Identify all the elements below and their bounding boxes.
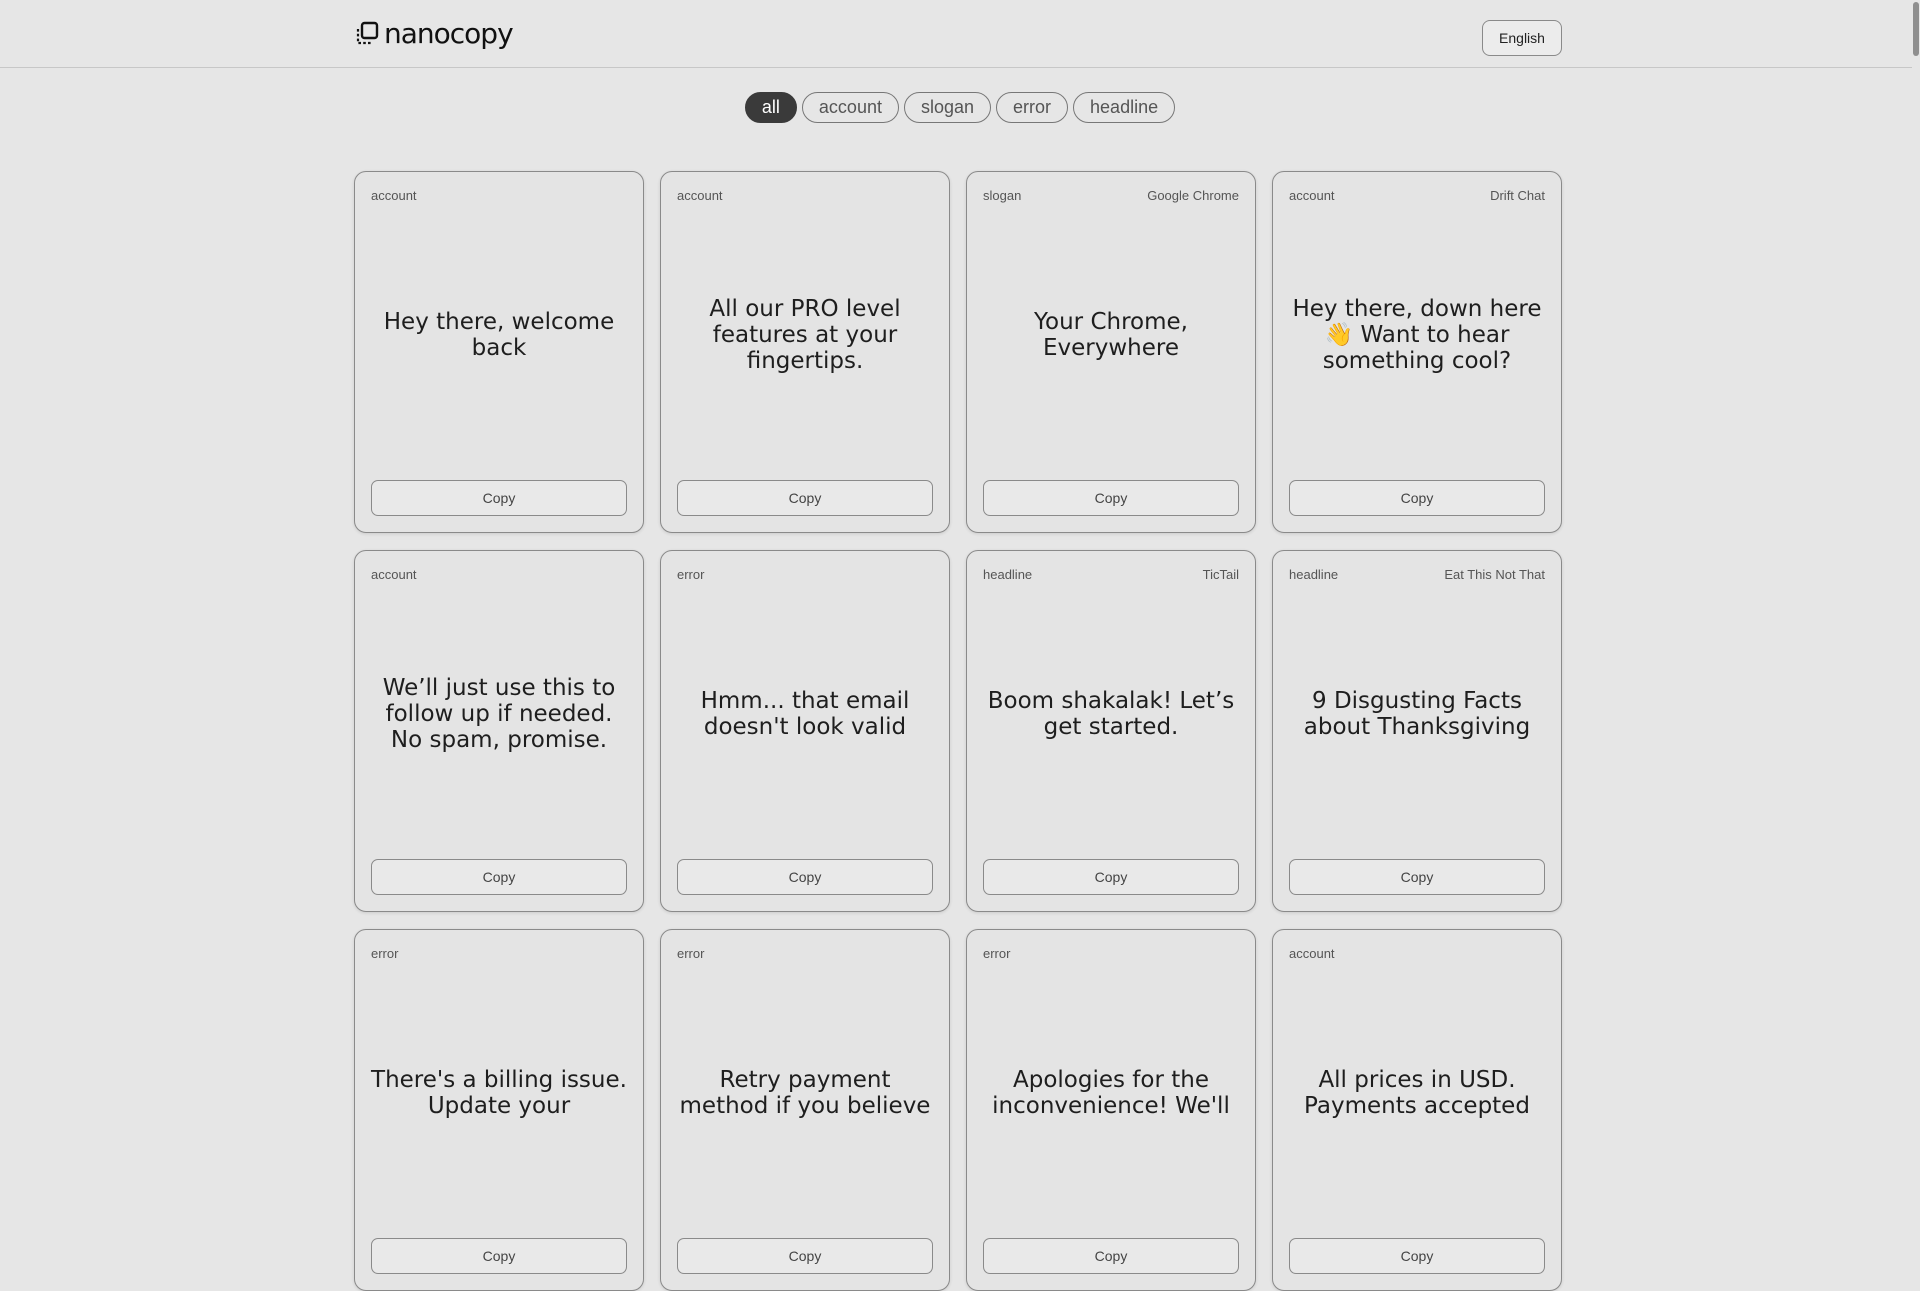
card-tag: account [1289,946,1335,961]
copy-logo-icon [354,20,380,48]
copy-button[interactable]: Copy [677,1238,933,1274]
card-tag: account [371,188,417,203]
card-tag: error [677,567,705,582]
site-header: nanocopy English [0,0,1920,68]
card-tag: error [677,946,705,961]
card-text: Hey there, down here 👋 Want to hear some… [1292,296,1542,374]
card-text: 9 Disgusting Facts about Thanksgiving [1303,688,1531,740]
card-text: Hmm... that email doesn't look valid [700,688,910,740]
copy-card: error Hmm... that email doesn't look val… [660,550,950,912]
copy-card: headline Eat This Not That 9 Disgusting … [1272,550,1562,912]
filter-headline[interactable]: headline [1073,92,1176,123]
card-text: We’ll just use this to follow up if need… [382,675,616,753]
filter-error[interactable]: error [996,92,1069,123]
copy-button[interactable]: Copy [1289,859,1545,895]
logo[interactable]: nanocopy [354,17,514,50]
copy-button[interactable]: Copy [983,480,1239,516]
card-tag: account [1289,188,1335,203]
copy-button[interactable]: Copy [371,859,627,895]
card-text: There's a billing issue. Update your [371,1067,627,1119]
card-tag: error [983,946,1011,961]
card-tag: error [371,946,399,961]
card-text: Retry payment method if you believe [679,1067,931,1119]
copy-card: account All prices in USD. Payments acce… [1272,929,1562,1291]
scrollbar[interactable] [1912,0,1920,1080]
card-tag: headline [1289,567,1339,582]
card-source: Google Chrome [1147,188,1239,203]
category-filters: all account slogan error headline [0,92,1920,123]
card-text: Apologies for the inconvenience! We'll [992,1067,1230,1119]
card-source: Eat This Not That [1444,567,1545,582]
language-button[interactable]: English [1482,20,1562,56]
filter-account[interactable]: account [801,92,899,123]
copy-button[interactable]: Copy [677,859,933,895]
filter-all[interactable]: all [744,92,797,123]
card-tag: account [677,188,723,203]
scrollbar-thumb[interactable] [1913,2,1919,56]
copy-card: slogan Google Chrome Your Chrome, Everyw… [966,171,1256,533]
copy-button[interactable]: Copy [1289,480,1545,516]
copy-button[interactable]: Copy [677,480,933,516]
copy-card: account Drift Chat Hey there, down here … [1272,171,1562,533]
card-tag: headline [983,567,1033,582]
card-source: TicTail [1202,567,1239,582]
copy-card-grid: account Hey there, welcome back Copy acc… [354,171,1562,1291]
copy-card: error Apologies for the inconvenience! W… [966,929,1256,1291]
card-text: Your Chrome, Everywhere [1034,309,1188,361]
copy-card: error There's a billing issue. Update yo… [354,929,644,1291]
copy-card: account We’ll just use this to follow up… [354,550,644,912]
copy-card: headline TicTail Boom shakalak! Let’s ge… [966,550,1256,912]
copy-button[interactable]: Copy [371,480,627,516]
copy-button[interactable]: Copy [983,1238,1239,1274]
card-tag: slogan [983,188,1022,203]
card-source: Drift Chat [1490,188,1545,203]
card-text: Hey there, welcome back [383,309,615,361]
copy-card: account Hey there, welcome back Copy [354,171,644,533]
card-tag: account [371,567,417,582]
copy-button[interactable]: Copy [983,859,1239,895]
filter-slogan[interactable]: slogan [903,92,992,123]
card-text: All prices in USD. Payments accepted [1304,1067,1530,1119]
card-text: All our PRO level features at your finge… [709,296,901,374]
card-text: Boom shakalak! Let’s get started. [987,688,1235,740]
copy-card: error Retry payment method if you believ… [660,929,950,1291]
copy-card: account All our PRO level features at yo… [660,171,950,533]
logo-text: nanocopy [384,17,514,50]
copy-button[interactable]: Copy [1289,1238,1545,1274]
copy-button[interactable]: Copy [371,1238,627,1274]
